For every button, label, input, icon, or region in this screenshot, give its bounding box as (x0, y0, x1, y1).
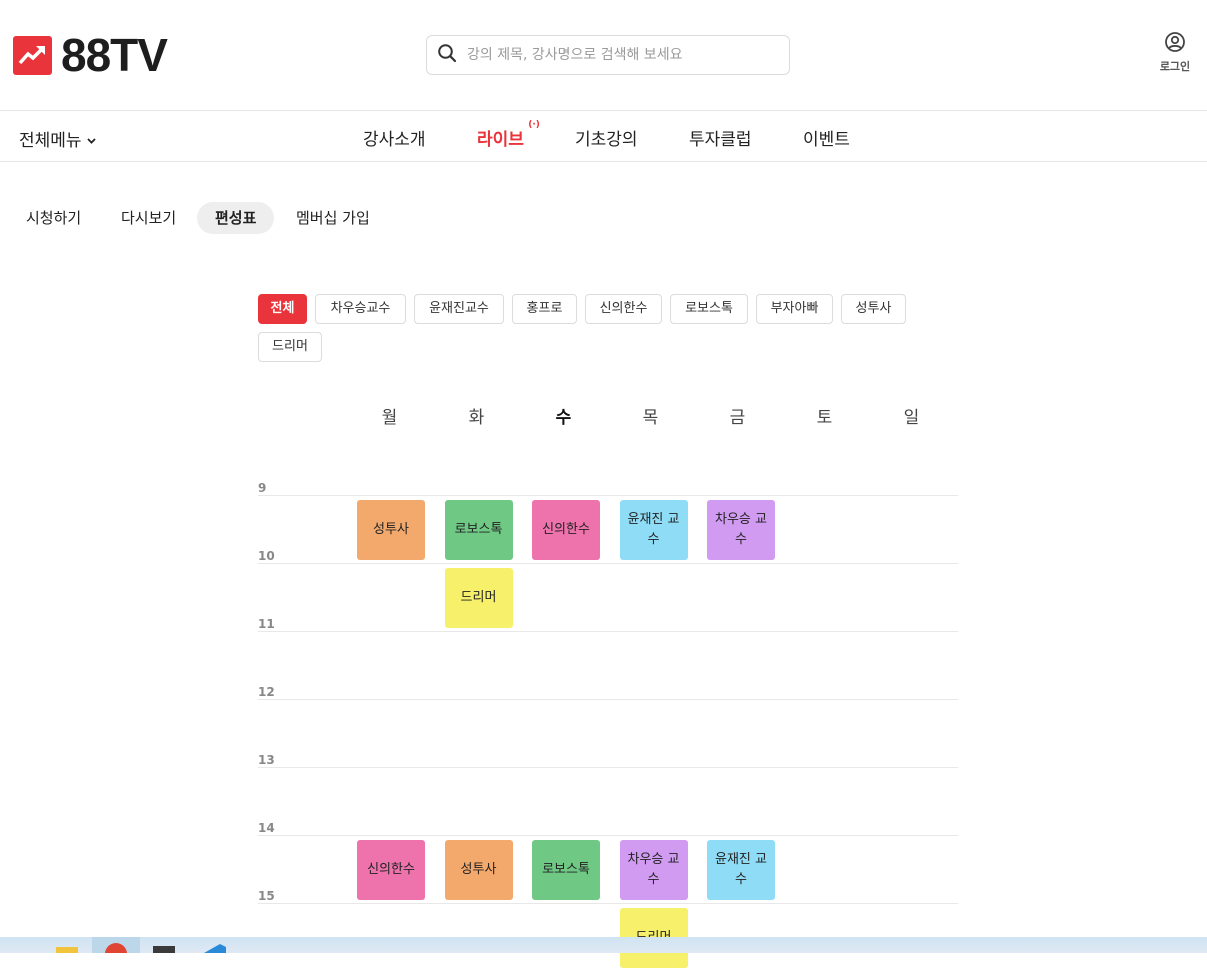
user-circle-icon (1164, 32, 1186, 57)
main-nav: 전체메뉴 강사소개 라이브 (·) 기초강의 투자클럽 이벤트 (0, 111, 1207, 162)
search-icon (437, 43, 457, 67)
schedule-program-block[interactable]: 로보스톡 (444, 500, 513, 560)
schedule-program-block[interactable]: 신의한수 (357, 840, 425, 900)
hour-gridline (258, 699, 958, 700)
nav-item-live-label: 라이브 (477, 130, 524, 150)
hour-label: 12 (258, 685, 275, 699)
nav-item-instructors[interactable]: 강사소개 (363, 125, 426, 150)
logo-wordmark: 88TV (61, 29, 168, 81)
schedule-program-block[interactable]: 차우승 교수 (619, 840, 688, 900)
filter-chip[interactable]: 차우승교수 (315, 294, 406, 324)
schedule-program-block[interactable]: 성투사 (357, 500, 425, 560)
hour-label: 11 (258, 617, 275, 631)
chevron-down-icon (86, 129, 96, 149)
hour-label: 9 (258, 481, 267, 495)
day-label: 목 (642, 408, 659, 428)
code-editor-icon[interactable] (188, 937, 236, 953)
hour-gridline (258, 563, 958, 564)
filter-chip[interactable]: 부자아빠 (756, 294, 833, 324)
hour-gridline (258, 903, 958, 904)
schedule-program-block[interactable]: 윤재진 교수 (707, 840, 775, 900)
day-label: 일 (903, 408, 920, 428)
day-label: 화 (468, 408, 485, 428)
login-button[interactable]: 로그인 (1156, 31, 1194, 74)
all-menu-label: 전체메뉴 (19, 131, 82, 151)
day-label-today: 수 (555, 408, 572, 428)
schedule-program-block[interactable]: 로보스톡 (532, 840, 600, 900)
schedule-program-block[interactable]: 윤재진 교수 (619, 500, 688, 560)
os-taskbar (0, 937, 1207, 953)
nav-item-basics[interactable]: 기초강의 (575, 125, 638, 150)
live-badge: (·) (528, 120, 540, 130)
folder-icon[interactable] (44, 937, 92, 953)
tab-watch[interactable]: 시청하기 (8, 202, 99, 234)
nav-item-invest-club[interactable]: 투자클럽 (689, 125, 752, 150)
search-input[interactable] (467, 47, 777, 63)
filter-chip[interactable]: 홍프로 (512, 294, 577, 324)
hour-label: 13 (258, 753, 275, 767)
hour-label: 10 (258, 549, 275, 563)
nav-item-events[interactable]: 이벤트 (803, 125, 850, 150)
login-label: 로그인 (1159, 60, 1191, 73)
terminal-icon[interactable] (140, 937, 188, 953)
search-box[interactable] (426, 35, 790, 75)
hour-gridline (258, 631, 958, 632)
day-label: 금 (729, 408, 746, 428)
nav-item-live[interactable]: 라이브 (·) (477, 120, 540, 150)
filter-chip[interactable]: 로보스톡 (670, 294, 748, 324)
filter-chip[interactable]: 드리머 (258, 332, 322, 362)
day-label: 월 (381, 408, 398, 428)
hour-gridline (258, 495, 958, 496)
hour-label: 15 (258, 889, 275, 903)
hour-gridline (258, 767, 958, 768)
filter-chip[interactable]: 윤재진교수 (414, 294, 504, 324)
schedule-grid: 9 10 11 12 13 14 15 성투사 로보스톡 신의한수 윤재진 교수 차우승 교수 드리머 신… (258, 470, 958, 968)
filter-chip[interactable]: 성투사 (841, 294, 906, 324)
day-label: 토 (816, 408, 833, 428)
filter-chip[interactable]: 신의한수 (585, 294, 662, 324)
schedule-program-block[interactable]: 성투사 (444, 840, 513, 900)
site-header: 88TV 로그인 (0, 0, 1207, 111)
hour-label: 14 (258, 821, 275, 835)
hour-gridline (258, 835, 958, 836)
browser-icon[interactable] (92, 937, 140, 953)
tab-membership[interactable]: 멤버십 가입 (278, 202, 388, 234)
tab-replay[interactable]: 다시보기 (103, 202, 194, 234)
trend-up-icon (13, 35, 52, 75)
filter-chip-all[interactable]: 전체 (258, 294, 307, 324)
schedule-program-block[interactable]: 신의한수 (532, 500, 600, 560)
schedule-program-block[interactable]: 드리머 (444, 568, 513, 628)
all-menu-button[interactable]: 전체메뉴 (19, 126, 96, 151)
tab-schedule[interactable]: 편성표 (197, 202, 275, 234)
schedule-program-block[interactable]: 차우승 교수 (707, 500, 775, 560)
weekday-header: 월 화 수 목 금 토 일 (346, 403, 958, 428)
site-logo[interactable]: 88TV (13, 29, 168, 81)
